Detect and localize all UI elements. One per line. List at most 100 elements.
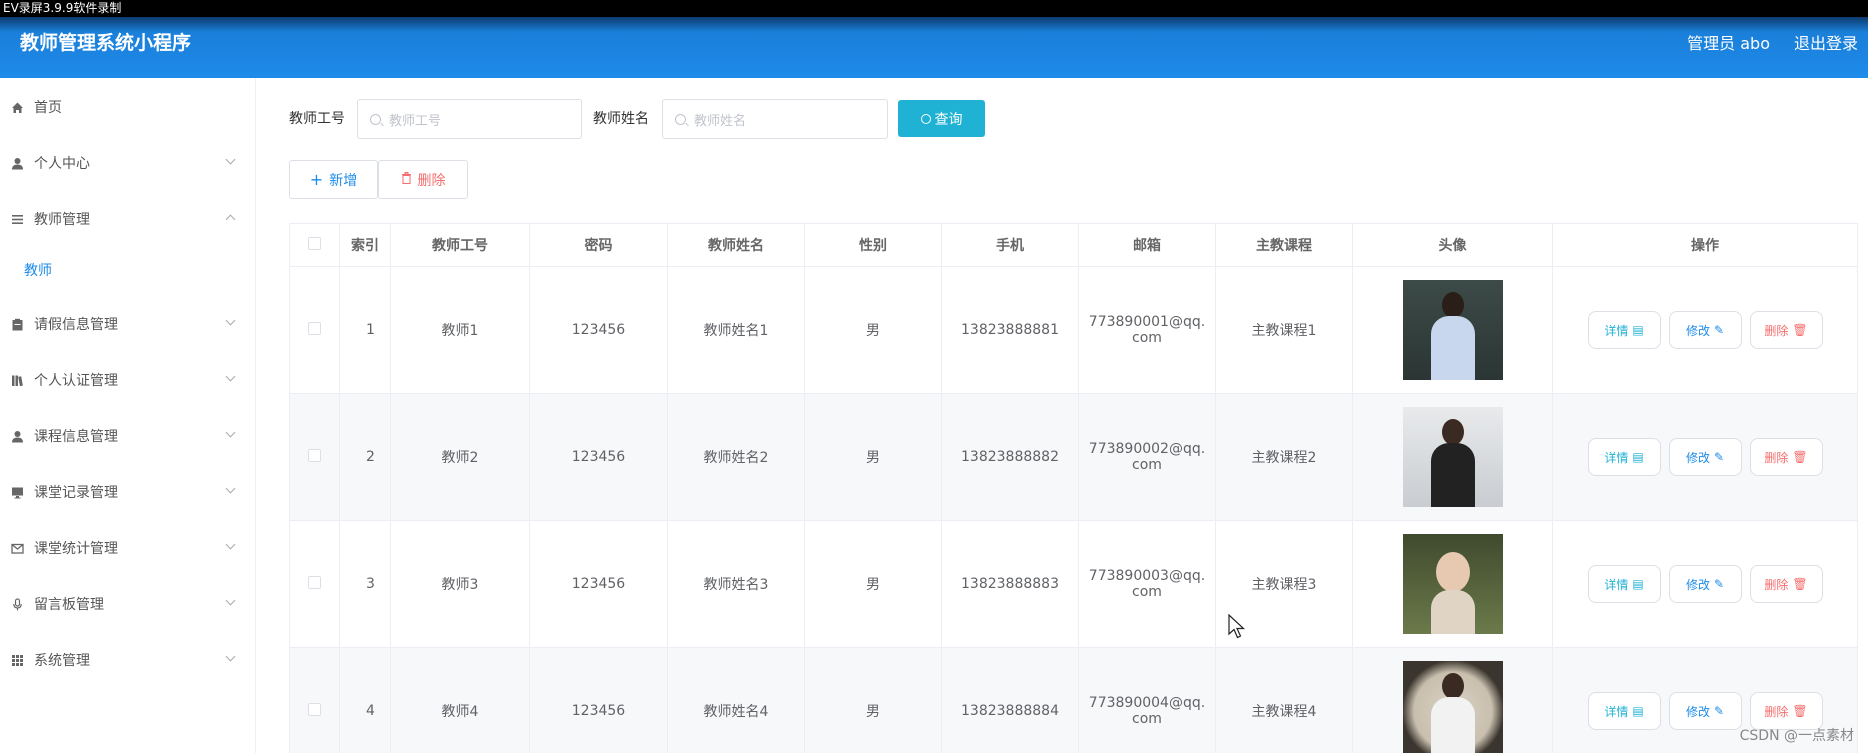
trash-icon: 🗑: [1792, 323, 1808, 337]
delete-button[interactable]: 删除: [378, 160, 468, 199]
remove-button[interactable]: 删除 🗑: [1749, 565, 1823, 603]
sidebar-item-label: 教师管理: [34, 212, 90, 228]
user-icon: [10, 429, 24, 443]
email: 773890003@qq. com: [1078, 520, 1216, 648]
table-header-row: 索引 教师工号 密码 教师姓名 性别 手机 邮箱 主教课程 头像 操作: [289, 223, 1858, 267]
email: 773890004@qq. com: [1078, 647, 1216, 753]
edit-label: 修改: [1685, 704, 1710, 719]
teacher-no-input[interactable]: 教师工号: [357, 99, 582, 139]
chevron-down-icon: [225, 154, 236, 165]
avatar-cell: [1352, 520, 1553, 648]
phone: 13823888881: [941, 266, 1079, 394]
recording-watermark-bar: EV录屏3.9.9软件录制: [0, 0, 1868, 17]
detail-button[interactable]: 详情 ▤: [1587, 692, 1661, 730]
sidebar-item-system-management[interactable]: 系统管理: [0, 640, 256, 680]
detail-label: 详情: [1604, 450, 1629, 465]
row-select-cell: [289, 393, 340, 521]
phone: 13823888882: [941, 393, 1079, 521]
document-icon: ▤: [1632, 577, 1644, 591]
document-icon: ▤: [1632, 704, 1644, 718]
row-checkbox[interactable]: [308, 575, 321, 589]
email-line: com: [1132, 457, 1162, 473]
sidebar-item-leave-management[interactable]: 请假信息管理: [0, 304, 256, 344]
row-checkbox[interactable]: [308, 448, 321, 462]
edit-label: 修改: [1685, 450, 1710, 465]
teacher-name-input[interactable]: 教师姓名: [662, 99, 888, 139]
sidebar-item-label: 课堂记录管理: [34, 485, 118, 501]
column-header: 手机: [941, 223, 1079, 267]
detail-label: 详情: [1604, 323, 1629, 338]
add-button[interactable]: + 新增: [289, 160, 378, 199]
sidebar-item-personal-center[interactable]: 个人中心: [0, 143, 256, 183]
column-header: 头像: [1352, 223, 1553, 267]
column-header: 教师工号: [390, 223, 530, 267]
trash-icon: 🗑: [1792, 450, 1808, 464]
remove-button[interactable]: 删除 🗑: [1749, 438, 1823, 476]
add-button-label: 新增: [329, 172, 358, 189]
edit-button[interactable]: 修改 ✎: [1668, 311, 1742, 349]
trash-icon: 🗑: [1792, 704, 1808, 718]
edit-button[interactable]: 修改 ✎: [1668, 438, 1742, 476]
sidebar-item-class-statistics-management[interactable]: 课堂统计管理: [0, 528, 256, 568]
user-icon: [10, 156, 24, 170]
search-icon: [920, 113, 931, 124]
sidebar-item-teacher-management[interactable]: 教师管理: [0, 199, 256, 239]
edit-button[interactable]: 修改 ✎: [1668, 565, 1742, 603]
chevron-down-icon: [225, 315, 236, 326]
pencil-icon: ✎: [1713, 577, 1725, 591]
email-line: 773890004@qq.: [1088, 695, 1206, 711]
gender: 男: [804, 647, 942, 753]
email: 773890001@qq. com: [1078, 266, 1216, 394]
table-row: 4 教师4 123456 教师姓名4 男 13823888884 7738900…: [289, 647, 1858, 753]
grid-icon: [10, 653, 24, 667]
trash-icon: [401, 171, 412, 188]
remove-button[interactable]: 删除 🗑: [1749, 311, 1823, 349]
teacher-no: 教师2: [390, 393, 530, 521]
gender: 男: [804, 266, 942, 394]
email: 773890002@qq. com: [1078, 393, 1216, 521]
row-checkbox[interactable]: [308, 321, 321, 335]
gender: 男: [804, 393, 942, 521]
password: 123456: [529, 520, 668, 648]
email-line: com: [1132, 330, 1162, 346]
sidebar-item-course-management[interactable]: 课程信息管理: [0, 416, 256, 456]
trash-icon: 🗑: [1792, 577, 1808, 591]
select-all-checkbox[interactable]: [308, 236, 321, 250]
detail-button[interactable]: 详情 ▤: [1587, 311, 1661, 349]
avatar: [1402, 534, 1503, 634]
detail-label: 详情: [1604, 577, 1629, 592]
edit-button[interactable]: 修改 ✎: [1668, 692, 1742, 730]
sidebar-item-home[interactable]: 首页: [0, 87, 256, 127]
chevron-down-icon: [225, 371, 236, 382]
teacher-name-label: 教师姓名: [593, 111, 649, 127]
detail-button[interactable]: 详情 ▤: [1587, 438, 1661, 476]
books-icon: [10, 373, 24, 387]
teacher-name: 教师姓名3: [667, 520, 805, 648]
detail-label: 详情: [1604, 704, 1629, 719]
sidebar: 首页 个人中心 教师管理 教师 请假信息管理 个人认证管理 课程信息管理 课堂记…: [0, 78, 256, 753]
main-course: 主教课程4: [1215, 647, 1353, 753]
sidebar-item-label: 系统管理: [34, 653, 90, 669]
email-line: 773890003@qq.: [1088, 568, 1206, 584]
detail-button[interactable]: 详情 ▤: [1587, 565, 1661, 603]
sidebar-subitem-teacher[interactable]: 教师: [0, 250, 256, 290]
row-checkbox[interactable]: [308, 702, 321, 716]
row-index: 4: [339, 647, 391, 753]
column-header: 邮箱: [1078, 223, 1216, 267]
gender: 男: [804, 520, 942, 648]
chevron-down-icon: [225, 651, 236, 662]
query-button-label: 查询: [934, 111, 963, 128]
document-icon: ▤: [1632, 323, 1644, 337]
teacher-name: 教师姓名4: [667, 647, 805, 753]
sidebar-item-certification-management[interactable]: 个人认证管理: [0, 360, 256, 400]
query-button[interactable]: 查询: [898, 100, 985, 137]
avatar-cell: [1352, 266, 1553, 394]
sidebar-item-message-board-management[interactable]: 留言板管理: [0, 584, 256, 624]
email-line: com: [1132, 711, 1162, 727]
sidebar-item-class-record-management[interactable]: 课堂记录管理: [0, 472, 256, 512]
row-index: 3: [339, 520, 391, 648]
sidebar-item-label: 教师: [24, 263, 52, 279]
logout-link[interactable]: 退出登录: [1794, 30, 1858, 54]
password: 123456: [529, 393, 668, 521]
teacher-no-label: 教师工号: [289, 111, 345, 127]
